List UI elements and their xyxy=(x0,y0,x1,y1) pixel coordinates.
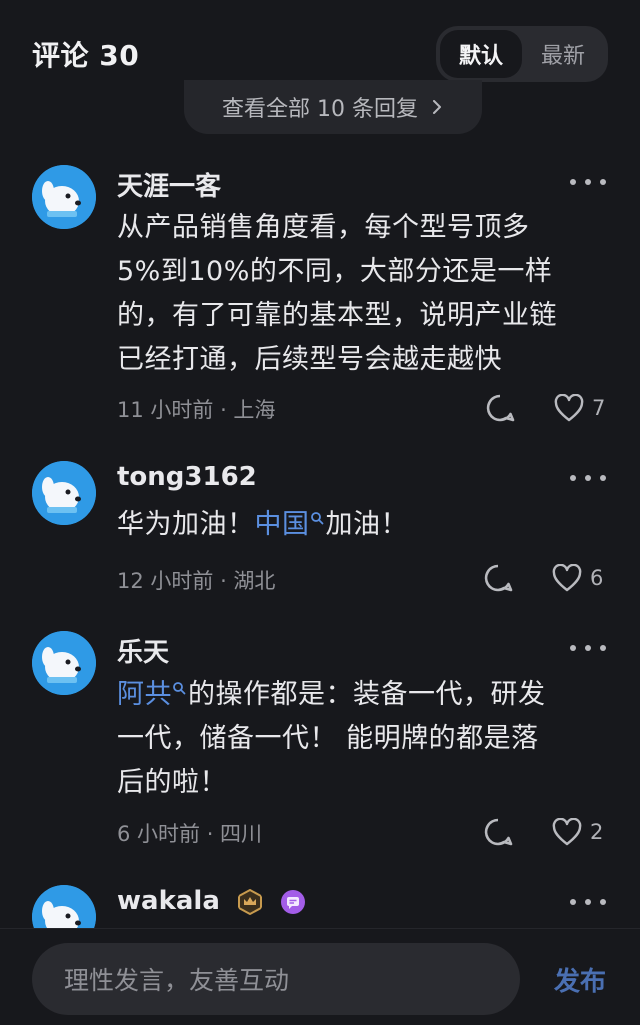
more-dot-icon xyxy=(570,179,576,185)
heart-icon xyxy=(552,818,582,846)
comment-text: 从产品销售角度看，每个型号顶多 5%到10%的不同，大部分还是一样 的，有了可靠… xyxy=(117,206,617,382)
dog-avatar-icon xyxy=(32,631,96,695)
comment-text-line: 后的啦！ xyxy=(117,767,227,798)
avatar[interactable] xyxy=(32,461,96,525)
reply-icon[interactable] xyxy=(484,392,516,424)
comment-username[interactable]: 乐天 xyxy=(117,632,169,669)
search-icon xyxy=(310,512,323,525)
like-button[interactable]: 6 xyxy=(552,562,603,594)
comment-meta: 12 小时前 · 湖北 xyxy=(117,569,276,593)
comment-text-line: 5%到10%的不同，大部分还是一样 xyxy=(117,256,553,287)
comment-input[interactable]: 理性发言，友善互动 xyxy=(32,943,520,1015)
comment-text-line: 的，有了可靠的基本型，说明产业链 xyxy=(117,300,557,331)
dog-avatar-icon xyxy=(32,461,96,525)
comment-text-segment: 加油！ xyxy=(325,509,408,540)
reply-icon[interactable] xyxy=(482,562,514,594)
chat-badge-icon[interactable] xyxy=(280,889,306,915)
like-button[interactable]: 7 xyxy=(554,392,605,424)
heart-icon xyxy=(554,394,584,422)
more-options-button[interactable] xyxy=(570,892,606,912)
comment-text-line: 从产品销售角度看，每个型号顶多 xyxy=(117,212,530,243)
avatar[interactable] xyxy=(32,165,96,229)
comment-text: 华为加油！中国 加油！ xyxy=(117,503,617,547)
comment-text: 阿共 的操作都是：装备一代，研发 一代，储备一代！ 能明牌的都是落 后的啦！ xyxy=(117,673,617,805)
comment-text-segment: 的操作都是：装备一代，研发 xyxy=(188,679,546,710)
view-all-replies-button[interactable]: 查看全部 10 条回复 xyxy=(184,80,482,134)
comment-meta: 11 小时前 · 上海 xyxy=(117,398,276,422)
like-count: 7 xyxy=(592,396,606,420)
more-dot-icon xyxy=(585,179,591,185)
comments-panel: 评论 30 默认 最新 查看全部 10 条回复 天涯一客 从产品销售角度看，每个… xyxy=(0,0,640,1025)
search-icon xyxy=(173,682,186,695)
more-dot-icon xyxy=(570,899,576,905)
more-dot-icon xyxy=(600,179,606,185)
more-dot-icon xyxy=(570,645,576,651)
more-options-button[interactable] xyxy=(570,638,606,658)
comment-meta: 6 小时前 · 四川 xyxy=(117,822,263,846)
sort-default-button[interactable]: 默认 xyxy=(440,30,522,78)
comment-text-segment: 华为加油！ xyxy=(117,509,255,540)
topic-link-label: 中国 xyxy=(254,509,310,540)
sort-latest-button[interactable]: 最新 xyxy=(522,30,604,78)
chevron-right-icon xyxy=(432,100,441,114)
comments-title: 评论 30 xyxy=(32,39,140,72)
more-options-button[interactable] xyxy=(570,468,606,488)
topic-link[interactable]: 阿共 xyxy=(117,679,188,710)
like-count: 6 xyxy=(590,566,604,590)
avatar[interactable] xyxy=(32,631,96,695)
like-count: 2 xyxy=(590,820,604,844)
comment-username[interactable]: tong3162 xyxy=(117,462,257,492)
view-all-replies-label: 查看全部 10 条回复 xyxy=(222,97,418,122)
comment-username-row: wakala xyxy=(117,886,306,916)
more-dot-icon xyxy=(585,645,591,651)
like-button[interactable]: 2 xyxy=(552,816,603,848)
comment-username[interactable]: wakala xyxy=(117,886,220,916)
dog-avatar-icon xyxy=(32,165,96,229)
more-dot-icon xyxy=(600,645,606,651)
topic-link-label: 阿共 xyxy=(117,679,172,710)
more-dot-icon xyxy=(585,899,591,905)
heart-icon xyxy=(552,564,582,592)
crown-badge-icon[interactable] xyxy=(237,888,263,915)
post-button[interactable]: 发布 xyxy=(554,961,606,998)
comment-text-line: 已经打通，后续型号会越走越快 xyxy=(117,344,502,375)
more-dot-icon xyxy=(600,899,606,905)
more-dot-icon xyxy=(570,475,576,481)
more-options-button[interactable] xyxy=(570,172,606,192)
more-dot-icon xyxy=(585,475,591,481)
comment-composer: 理性发言，友善互动 发布 xyxy=(0,928,640,1025)
sort-toggle: 默认 最新 xyxy=(436,26,608,82)
more-dot-icon xyxy=(600,475,606,481)
comment-text-line: 一代，储备一代！ 能明牌的都是落 xyxy=(117,723,539,754)
topic-link[interactable]: 中国 xyxy=(255,509,326,540)
comment-username[interactable]: 天涯一客 xyxy=(117,166,221,203)
reply-icon[interactable] xyxy=(482,816,514,848)
